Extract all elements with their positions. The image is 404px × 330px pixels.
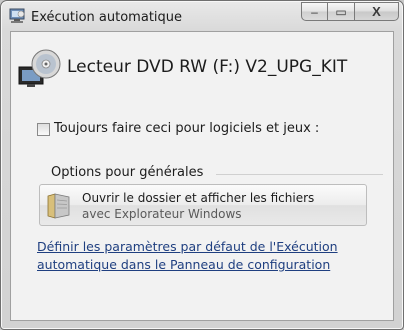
- option-subtitle: avec Explorateur Windows: [82, 207, 242, 221]
- always-do-this-checkbox[interactable]: [37, 123, 50, 136]
- minimize-button[interactable]: –: [301, 2, 328, 21]
- autoplay-icon: [9, 8, 25, 23]
- title-bar[interactable]: Exécution automatique – ▭ X: [1, 1, 403, 31]
- group-divider: [216, 174, 383, 175]
- maximize-icon: ▭: [335, 4, 347, 19]
- dialog-content: Lecteur DVD RW (F:) V2_UPG_KIT Toujours …: [10, 31, 394, 321]
- close-button[interactable]: X: [355, 2, 399, 21]
- maximize-button[interactable]: ▭: [328, 2, 355, 21]
- autoplay-window: Exécution automatique – ▭ X Lecteur DVD …: [0, 0, 404, 330]
- close-icon: X: [372, 4, 381, 19]
- folder-icon: [47, 193, 70, 219]
- always-do-this-label[interactable]: Toujours faire ceci pour logiciels et je…: [54, 121, 319, 136]
- caption-buttons: – ▭ X: [301, 2, 399, 22]
- dvd-drive-icon: [18, 49, 61, 87]
- option-title: Ouvrir le dossier et afficher les fichie…: [82, 191, 315, 205]
- settings-link-line-1[interactable]: Définir les paramètres par défaut de l'E…: [37, 239, 338, 254]
- general-options-heading: Options pour générales: [51, 165, 204, 180]
- drive-label: Lecteur DVD RW (F:) V2_UPG_KIT: [67, 57, 348, 77]
- settings-link-line-2[interactable]: automatique dans le Panneau de configura…: [37, 257, 330, 272]
- window-title: Exécution automatique: [31, 10, 183, 25]
- minimize-icon: –: [311, 4, 318, 19]
- open-folder-button[interactable]: Ouvrir le dossier et afficher les fichie…: [39, 184, 367, 226]
